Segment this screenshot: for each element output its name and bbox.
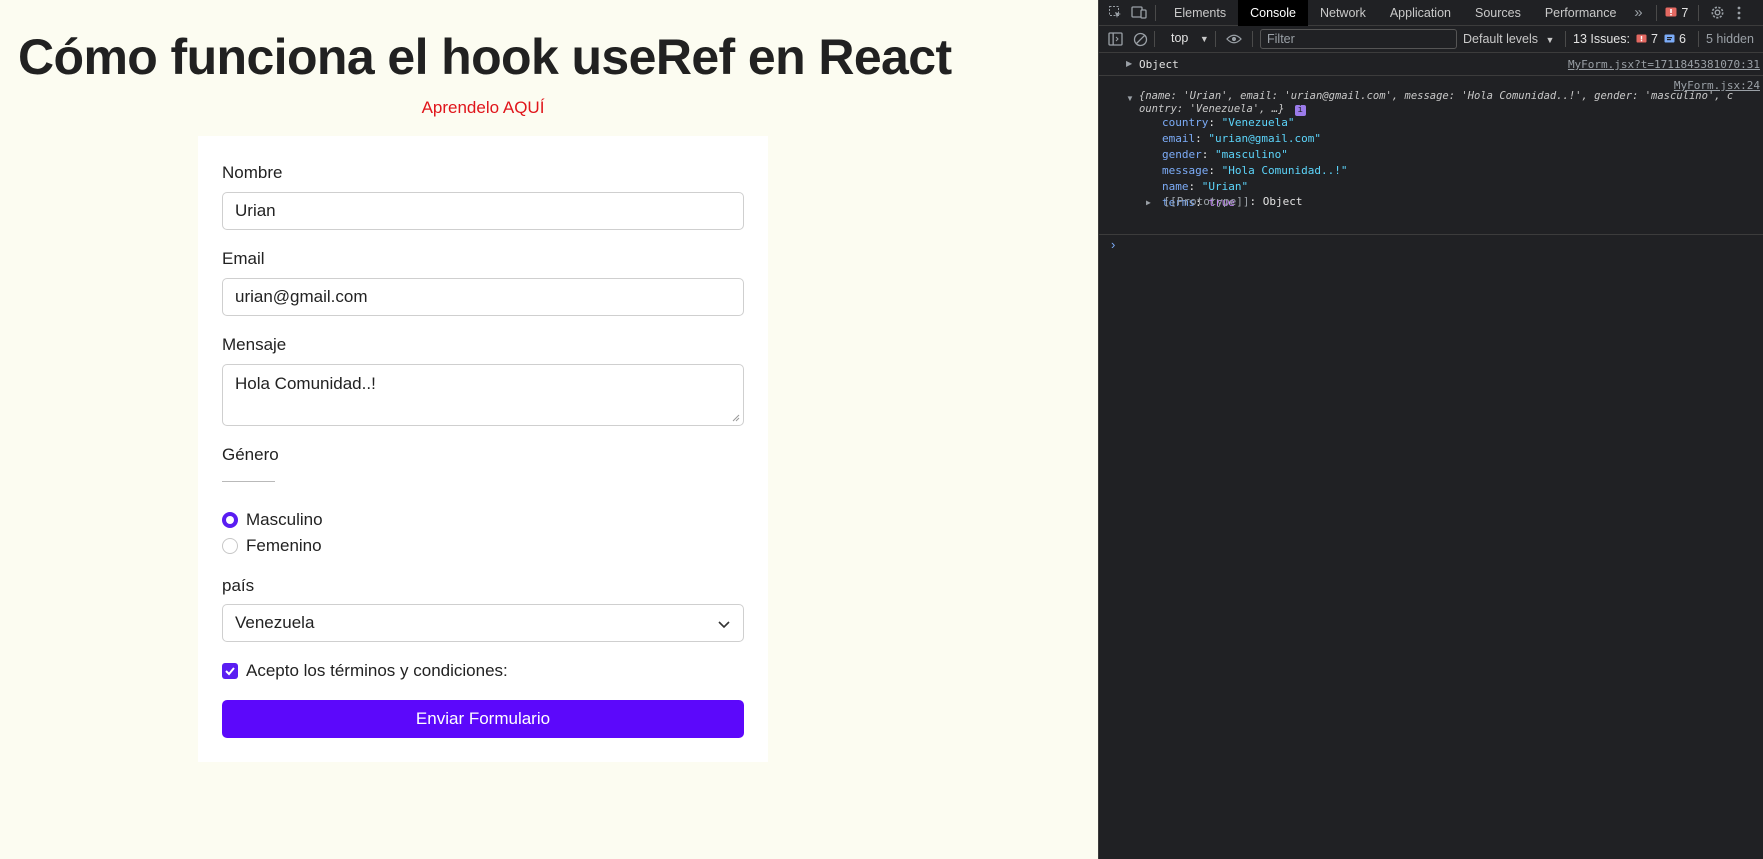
prototype-value: Object xyxy=(1262,195,1303,208)
property-value: "masculino" xyxy=(1215,148,1288,161)
devtools-tabbar: Elements Console Network Application Sou… xyxy=(1099,0,1763,26)
object-label: Object xyxy=(1139,58,1179,71)
tab-console[interactable]: Console xyxy=(1238,0,1308,26)
tab-application[interactable]: Application xyxy=(1378,0,1463,26)
object-property-row: email: "urian@gmail.com" xyxy=(1162,132,1321,145)
object-preview-line2: ountry: 'Venezuela', …} i xyxy=(1139,103,1306,116)
object-property-row: country: "Venezuela" xyxy=(1162,116,1295,129)
log-levels-value: Default levels xyxy=(1463,32,1539,46)
tab-performance[interactable]: Performance xyxy=(1533,0,1629,26)
info-icon[interactable]: i xyxy=(1294,105,1306,116)
issues-errors-count: 7 xyxy=(1650,32,1658,46)
radio-masculino[interactable]: Masculino xyxy=(222,510,323,530)
log-levels-select[interactable]: Default levels ▼ xyxy=(1463,32,1554,46)
sidebar-toggle-icon[interactable] xyxy=(1107,31,1123,47)
property-key: gender xyxy=(1162,148,1202,161)
levels-arrow-icon: ▼ xyxy=(1545,35,1555,45)
name-input[interactable]: Urian xyxy=(222,192,744,230)
context-select[interactable]: top ▼ xyxy=(1171,31,1209,45)
chevron-down-icon xyxy=(718,621,730,629)
email-input[interactable]: urian@gmail.com xyxy=(222,278,744,316)
radio-femenino[interactable]: Femenino xyxy=(222,536,322,556)
error-count-badge[interactable]: 7 xyxy=(1665,6,1688,20)
more-options-icon[interactable] xyxy=(1731,5,1747,21)
property-value: "Venezuela" xyxy=(1221,116,1295,129)
object-property-row: gender: "masculino" xyxy=(1162,148,1288,161)
inspect-element-icon[interactable] xyxy=(1107,5,1123,21)
email-label: Email xyxy=(222,249,265,268)
issue-info-icon xyxy=(1664,34,1675,42)
resize-grip-icon[interactable] xyxy=(732,414,740,422)
issue-error-icon xyxy=(1636,34,1647,42)
live-expression-eye-icon[interactable] xyxy=(1226,31,1242,47)
object-property-row: name: "Urian" xyxy=(1162,180,1249,193)
device-toolbar-icon[interactable] xyxy=(1131,5,1147,21)
radio-masculino-label: Masculino xyxy=(246,510,323,529)
page-title: Cómo funciona el hook useRef en React xyxy=(18,29,952,85)
web-page: Cómo funciona el hook useRef en React Ap… xyxy=(0,0,1098,859)
country-select-value: Venezuela xyxy=(235,613,315,632)
object-preview-text: ountry: 'Venezuela', …} xyxy=(1139,103,1285,115)
property-key: name xyxy=(1162,180,1189,193)
dropdown-arrow-icon: ▼ xyxy=(1199,34,1209,44)
country-select[interactable]: Venezuela xyxy=(222,604,744,642)
expand-arrow-icon[interactable]: ▶ xyxy=(1126,59,1132,68)
context-value: top xyxy=(1171,31,1189,45)
tab-network[interactable]: Network xyxy=(1308,0,1378,26)
console-message-expanded[interactable]: MyForm.jsx:24 ▼ {name: 'Urian', email: '… xyxy=(1099,77,1763,235)
error-icon xyxy=(1665,7,1677,16)
property-value: "Hola Comunidad..!" xyxy=(1221,164,1348,177)
message-label: Mensaje xyxy=(222,335,287,354)
name-label: Nombre xyxy=(222,163,283,182)
console-message[interactable]: ▶ Object MyForm.jsx?t=1711845381070:31 xyxy=(1099,54,1763,76)
console-output: ▶ Object MyForm.jsx?t=1711845381070:31 M… xyxy=(1099,54,1763,859)
message-text: Hola Comunidad..! xyxy=(235,374,376,393)
error-count: 7 xyxy=(1681,5,1689,20)
message-textarea[interactable]: Hola Comunidad..! xyxy=(222,364,744,426)
collapse-arrow-icon[interactable]: ▼ xyxy=(1126,94,1134,103)
radio-unchecked-icon[interactable] xyxy=(222,538,238,554)
property-key: email xyxy=(1162,132,1196,145)
radio-checked-icon[interactable] xyxy=(222,512,238,528)
issues-label: 13 Issues: xyxy=(1573,32,1630,46)
gender-label: Género xyxy=(222,445,279,464)
terms-checkbox-row[interactable]: Acepto los términos y condiciones: xyxy=(222,661,508,681)
country-label: país xyxy=(222,576,255,595)
console-prompt-icon[interactable]: › xyxy=(1111,237,1115,252)
object-preview-line1: {name: 'Urian', email: 'urian@gmail.com'… xyxy=(1139,90,1734,102)
prototype-row[interactable]: ▶ [[Prototype]]: Object xyxy=(1146,195,1303,208)
settings-gear-icon[interactable] xyxy=(1709,5,1725,21)
hidden-count: 5 hidden xyxy=(1706,32,1754,46)
devtools-panel: Elements Console Network Application Sou… xyxy=(1098,0,1763,859)
radio-femenino-label: Femenino xyxy=(246,536,322,555)
learn-link[interactable]: Aprendelo AQUÍ xyxy=(0,98,966,118)
property-key: country xyxy=(1162,116,1209,129)
submit-button[interactable]: Enviar Formulario xyxy=(222,700,744,738)
issues-info-count: 6 xyxy=(1678,32,1686,46)
property-value: "urian@gmail.com" xyxy=(1208,132,1321,145)
more-tabs-icon[interactable]: » xyxy=(1630,4,1646,21)
source-link[interactable]: MyForm.jsx?t=1711845381070:31 xyxy=(1568,58,1760,71)
prototype-key: [[Prototype]] xyxy=(1163,195,1250,208)
form-card: Nombre Urian Email urian@gmail.com Mensa… xyxy=(198,136,768,762)
checkbox-checked-icon[interactable] xyxy=(222,663,238,679)
terms-label: Acepto los términos y condiciones: xyxy=(246,661,508,680)
console-toolbar: top ▼ Filter Default levels ▼ 13 Issues:… xyxy=(1099,26,1763,53)
console-filter-input[interactable]: Filter xyxy=(1260,29,1457,49)
property-value: "Urian" xyxy=(1201,180,1249,193)
gender-divider xyxy=(222,481,275,482)
issues-counter[interactable]: 13 Issues: 7 6 xyxy=(1573,32,1686,46)
tab-sources[interactable]: Sources xyxy=(1463,0,1533,26)
object-property-row: message: "Hola Comunidad..!" xyxy=(1162,164,1348,177)
tab-elements[interactable]: Elements xyxy=(1162,0,1238,26)
property-key: message xyxy=(1162,164,1209,177)
expand-arrow-icon[interactable]: ▶ xyxy=(1146,198,1151,207)
clear-console-icon[interactable] xyxy=(1132,31,1148,47)
